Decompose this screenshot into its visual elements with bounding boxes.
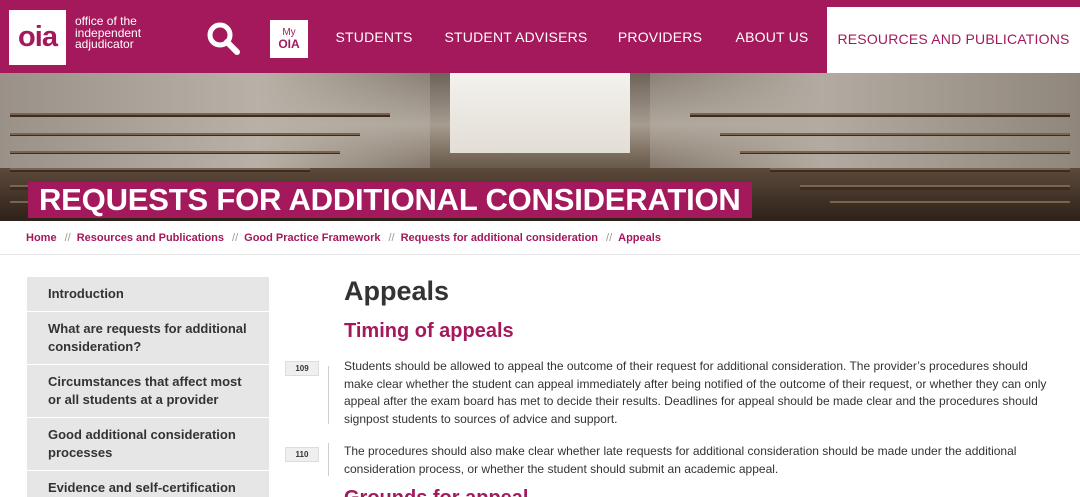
hero-desk-row [800, 185, 1070, 190]
hero-desk-row [10, 133, 360, 136]
myoia-button[interactable]: My OIA [270, 20, 308, 58]
site-header: oia office of the independent adjudicato… [0, 0, 1080, 73]
breadcrumb-good-practice[interactable]: Good Practice Framework [244, 232, 380, 244]
myoia-line2: OIA [278, 37, 300, 51]
hero-image-window [450, 73, 630, 153]
paragraph-number: 110 [285, 447, 319, 462]
page-title: Appeals [344, 276, 450, 306]
hero-desk-row [10, 168, 310, 172]
breadcrumb-home[interactable]: Home [26, 232, 57, 244]
breadcrumb-separator: // [606, 232, 613, 244]
hero-desk-row [830, 201, 1070, 207]
section-heading: Timing of appeals [344, 320, 514, 342]
breadcrumb: Home // Resources and Publications // Go… [26, 230, 661, 246]
breadcrumb-separator: // [232, 232, 239, 244]
paragraph-rule [328, 443, 329, 476]
paragraph-number: 109 [285, 361, 319, 376]
breadcrumb-separator: // [64, 232, 71, 244]
nav-about-us[interactable]: ABOUT US [722, 0, 822, 73]
logo-line: adjudicator [75, 37, 134, 51]
sidebar-item-evidence[interactable]: Evidence and self-certification [27, 471, 269, 497]
sidebar-nav: Introduction What are requests for addit… [27, 277, 269, 497]
section-heading-next: Grounds for appeal [344, 487, 528, 497]
breadcrumb-additional-consideration[interactable]: Requests for additional consideration [401, 232, 598, 244]
sidebar-item-good-processes[interactable]: Good additional consideration processes [27, 418, 269, 471]
breadcrumb-appeals[interactable]: Appeals [618, 232, 661, 244]
hero-desk-row [770, 168, 1070, 172]
nav-resources-and-publications[interactable]: RESOURCES AND PUBLICATIONS [827, 7, 1080, 73]
hero-desk-row [690, 113, 1070, 117]
paragraph-text: Students should be allowed to appeal the… [344, 359, 1047, 426]
hero-desk-row [720, 133, 1070, 136]
page-banner-title: REQUESTS FOR ADDITIONAL CONSIDERATION [28, 182, 752, 218]
nav-student-advisers[interactable]: STUDENT ADVISERS [432, 0, 600, 73]
sidebar-item-introduction[interactable]: Introduction [27, 277, 269, 312]
paragraph-rule [328, 366, 329, 424]
logo-tagline: office of the independent adjudicator [75, 15, 141, 51]
oia-logo[interactable]: oia [9, 10, 66, 65]
hero-desk-row [740, 151, 1070, 154]
breadcrumb-divider [0, 254, 1080, 255]
paragraph-text: The procedures should also make clear wh… [344, 444, 1017, 476]
sidebar-item-what-are-requests[interactable]: What are requests for additional conside… [27, 312, 269, 365]
breadcrumb-resources[interactable]: Resources and Publications [77, 232, 224, 244]
breadcrumb-separator: // [388, 232, 395, 244]
hero-banner: REQUESTS FOR ADDITIONAL CONSIDERATION [0, 73, 1080, 221]
hero-desk-row [10, 113, 390, 117]
sidebar-item-circumstances[interactable]: Circumstances that affect most or all st… [27, 365, 269, 418]
nav-providers[interactable]: PROVIDERS [606, 0, 714, 73]
hero-desk-row [10, 151, 340, 154]
nav-students[interactable]: STUDENTS [322, 0, 426, 73]
search-icon[interactable] [206, 21, 242, 57]
